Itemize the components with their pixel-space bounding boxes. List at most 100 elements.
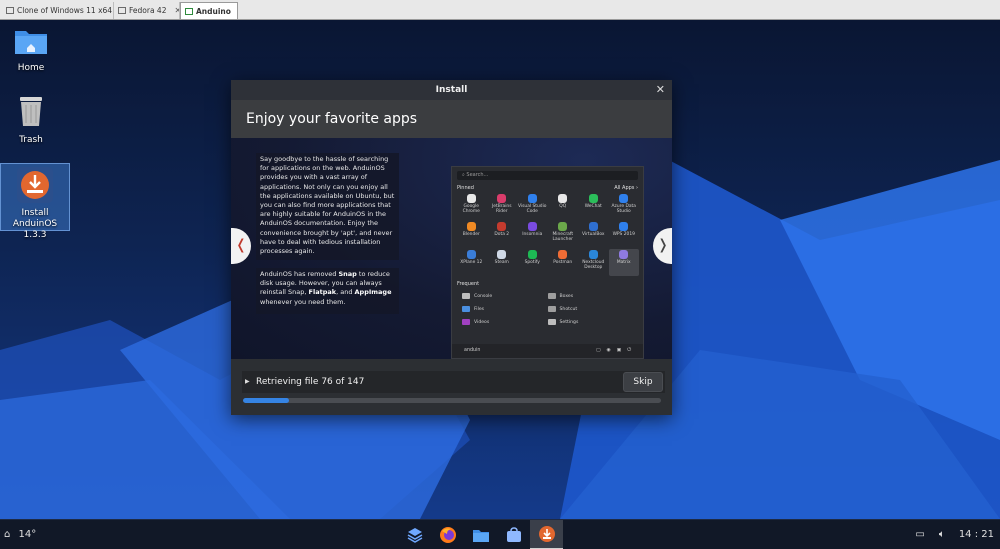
app-label: Postman [553, 260, 573, 265]
pinned-app[interactable]: Insomnia [517, 221, 548, 248]
app-icon [462, 306, 470, 312]
app-icon [619, 250, 629, 259]
vm-tab-windows11[interactable]: Clone of Windows 11 x64 (2) ✕ [2, 2, 114, 19]
install-progress-fill [243, 398, 289, 403]
app-label: Dota 2 [494, 232, 510, 237]
app-icon [547, 306, 556, 312]
volume-icon[interactable]: 🔈︎ [939, 520, 945, 549]
pinned-app[interactable]: Minecraft Launcher [548, 221, 579, 248]
app-label: Insomnia [522, 232, 543, 237]
vm-tab-bar: Clone of Windows 11 x64 (2) ✕ Fedora 42 … [0, 0, 1000, 20]
desktop-icon-trash[interactable]: Trash [0, 94, 66, 146]
status-expander[interactable]: ▶ Retrieving file 76 of 147 Skip [242, 371, 665, 393]
frequent-app[interactable]: Videos [462, 317, 548, 327]
frequent-app[interactable]: Files [462, 304, 548, 314]
app-label: JetBrains Rider [491, 204, 512, 214]
vm-tab-label: Fedora 42 [129, 6, 167, 15]
menu-footer: anduin ▢◉▣⏻ [452, 344, 643, 358]
installer-icon [17, 167, 53, 203]
network-icon[interactable]: ▭ [915, 520, 924, 549]
app-label: WeChat [584, 204, 602, 209]
pinned-app[interactable]: Dota 2 [487, 221, 518, 248]
slide-paragraph-2: AnduinOS has removed Snap to reduce disk… [256, 268, 399, 314]
vm-icon [118, 7, 126, 14]
vm-tab-fedora[interactable]: Fedora 42 ✕ [114, 2, 180, 19]
skip-button[interactable]: Skip [623, 372, 663, 392]
pinned-app[interactable]: Blender [456, 221, 487, 248]
app-menu-preview: ⌕ Search... Pinned All Apps › Google Chr… [451, 166, 644, 359]
expander-caret-icon: ▶ [245, 378, 250, 385]
taskbar: ⌂ 14° ▭ 🔈︎ 14 : 21 [0, 519, 1000, 549]
taskbar-apps [398, 520, 563, 549]
taskbar-installer-icon[interactable] [530, 520, 563, 549]
system-tray: ▭ 🔈︎ 14 : 21 [915, 520, 994, 549]
frequent-app[interactable]: Settings [547, 317, 634, 327]
dialog-titlebar: Install ✕ [231, 80, 672, 100]
app-icon [619, 222, 629, 231]
app-icon [588, 194, 598, 203]
taskbar-stack-icon[interactable] [398, 520, 431, 549]
app-icon [588, 250, 598, 259]
pinned-app[interactable]: Nextcloud Desktop [578, 249, 609, 276]
app-icon [497, 250, 507, 259]
frequent-app[interactable]: Boxes [547, 291, 634, 301]
install-progress-bar [243, 398, 661, 403]
pinned-app[interactable]: XPlane 12 [456, 249, 487, 276]
app-label: Nextcloud Desktop [582, 260, 605, 270]
pinned-app[interactable]: Postman [548, 249, 579, 276]
vm-tab-anduino[interactable]: Anduino ✕ [180, 2, 238, 19]
desktop-icon-installer[interactable]: Install AnduinOS 1.3.3 [0, 163, 70, 240]
app-label: XPlane 12 [460, 260, 483, 265]
pinned-app[interactable]: WeChat [578, 193, 609, 220]
pinned-app[interactable]: Spotify [517, 249, 548, 276]
desktop-icon-label: Home [17, 63, 45, 73]
app-icon [547, 319, 556, 325]
app-label: Console [474, 293, 493, 299]
weather-widget[interactable]: ⌂ 14° [4, 520, 36, 549]
app-label: Minecraft Launcher [552, 232, 574, 242]
vm-tab-label: Clone of Windows 11 x64 (2) [17, 6, 113, 15]
app-label: Azure Data Studio [611, 204, 636, 214]
pinned-app[interactable]: Azure Data Studio [609, 193, 640, 220]
app-label: Google Chrome [462, 204, 480, 214]
pinned-app[interactable]: JetBrains Rider [487, 193, 518, 220]
frequent-app[interactable]: Shotcut [547, 304, 634, 314]
app-icon [558, 250, 568, 259]
app-label: Files [474, 306, 485, 312]
vm-icon [185, 7, 193, 15]
app-label: Shotcut [559, 306, 578, 312]
pinned-app[interactable]: QQ [548, 193, 579, 220]
taskbar-store-icon[interactable] [497, 520, 530, 549]
app-label: QQ [559, 204, 567, 209]
app-icon [497, 222, 507, 231]
slide-paragraph-1: Say goodbye to the hassle of searching f… [256, 153, 399, 260]
pinned-app[interactable]: VirtualBox [578, 221, 609, 248]
app-label: Videos [474, 319, 490, 325]
pinned-app[interactable]: Visual Studio Code [517, 193, 548, 220]
power-icons: ▢◉▣⏻ [595, 348, 637, 353]
vm-tab-label: Anduino [196, 6, 231, 16]
previous-slide-button[interactable]: ❬ [231, 228, 251, 264]
desktop-icon-home[interactable]: Home [0, 26, 66, 74]
pinned-app[interactable]: Matrix [608, 249, 639, 276]
app-icon [558, 222, 568, 231]
taskbar-files-icon[interactable] [464, 520, 497, 549]
next-slide-button[interactable]: ❭ [653, 228, 672, 264]
pinned-app[interactable]: Steam [487, 249, 518, 276]
vm-icon [6, 7, 14, 14]
pinned-app[interactable]: WPS 2019 [609, 221, 640, 248]
app-icon [497, 194, 507, 203]
app-label: VirtualBox [581, 232, 605, 237]
taskbar-firefox-icon[interactable] [431, 520, 464, 549]
frequent-app[interactable]: Console [462, 291, 548, 301]
app-label: Matrix [616, 260, 631, 265]
trash-icon [20, 97, 42, 126]
close-icon[interactable]: ✕ [656, 80, 665, 100]
app-icon [558, 194, 568, 203]
pinned-app[interactable]: Google Chrome [456, 193, 487, 220]
weather-icon: ⌂ [4, 529, 11, 540]
clock[interactable]: 14 : 21 [959, 520, 994, 549]
app-icon [466, 222, 476, 231]
app-icon [527, 250, 537, 259]
app-icon [466, 250, 476, 259]
